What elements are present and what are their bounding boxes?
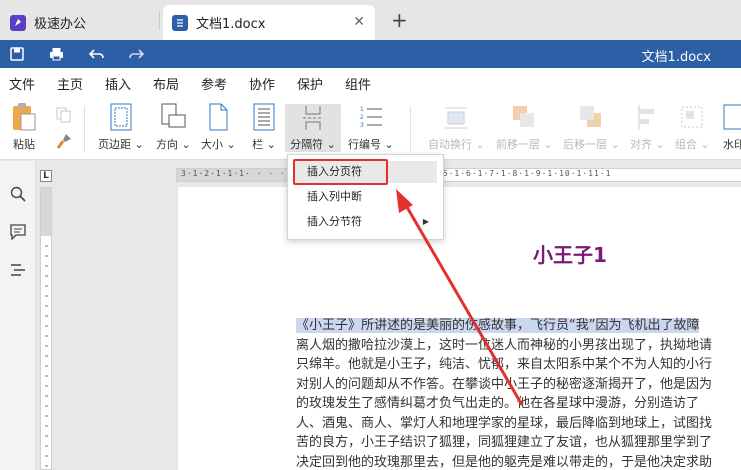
tab-document[interactable]: 文档1.docx ✕ bbox=[163, 5, 375, 40]
comment-icon[interactable] bbox=[9, 223, 27, 241]
copy-icon bbox=[50, 106, 78, 124]
size-button[interactable]: 大小 ⌄ bbox=[201, 102, 236, 152]
document-page[interactable]: 小王子1 《小王子》所讲述的是美丽的伤感故事，飞行员“我”因为飞机出了故障 离人… bbox=[178, 187, 741, 470]
clipboard-icon bbox=[10, 102, 38, 132]
menu-item-insert-section-break[interactable]: 插入分节符 ▶ bbox=[294, 211, 437, 233]
paragraph-line: 人、酒鬼、商人、掌灯人和地理学家的星球，最后降临到地球上，试图找 bbox=[296, 415, 713, 431]
paste-button[interactable]: 粘贴 bbox=[10, 102, 38, 152]
menu-item-insert-column-break[interactable]: 插入列中断 bbox=[294, 186, 437, 208]
paragraph-line: 的玫瑰发生了感情纠葛才负气出走的。他在各星球中漫游，分别造访了 bbox=[296, 396, 700, 411]
paragraph-line: 对别人的问题却从不作答。在攀谈中小王子的秘密逐渐揭开了，他是因为 bbox=[296, 376, 713, 392]
tab-app-label: 极速办公 bbox=[34, 17, 87, 32]
align-icon bbox=[633, 102, 661, 132]
menu-bar: 文件 主页 插入 布局 参考 协作 保护 组件 bbox=[0, 68, 741, 99]
ribbon-toolbar: 粘贴 页边距 ⌄ 方向 ⌄ 大小 ⌄ 栏 ⌄ 分隔符 ⌄ 1 2 3 行编号 ⌄… bbox=[0, 96, 741, 160]
tab-document-label: 文档1.docx bbox=[196, 17, 266, 32]
print-icon[interactable] bbox=[48, 46, 64, 62]
horizontal-ruler[interactable]: 3·1·2·1·1·1· · · · · · · · · · · · · · ·… bbox=[176, 168, 741, 182]
ribbon-divider bbox=[410, 106, 411, 152]
search-icon[interactable] bbox=[9, 185, 27, 203]
align-button[interactable]: 对齐 ⌄ bbox=[630, 102, 665, 152]
vertical-ruler[interactable] bbox=[40, 187, 52, 470]
menu-collaborate[interactable]: 协作 bbox=[249, 74, 275, 93]
bring-forward-icon bbox=[510, 102, 538, 132]
svg-text:3: 3 bbox=[360, 122, 364, 129]
paragraph-line: 苦的良方，小王子结识了狐狸，同狐狸建立了友谊，也从狐狸那里学到了 bbox=[296, 435, 713, 450]
copy-button[interactable] bbox=[50, 106, 78, 124]
columns-button[interactable]: 栏 ⌄ bbox=[250, 102, 278, 152]
document-paragraph: 《小王子》所讲述的是美丽的伤感故事，飞行员“我”因为飞机出了故障 离人烟的撒哈拉… bbox=[296, 316, 741, 470]
wrap-text-button[interactable]: 自动换行 ⌄ bbox=[428, 102, 485, 152]
menu-home[interactable]: 主页 bbox=[57, 74, 83, 93]
tab-stop-selector[interactable]: L bbox=[40, 170, 52, 182]
menu-components[interactable]: 组件 bbox=[345, 74, 371, 93]
orientation-button[interactable]: 方向 ⌄ bbox=[156, 102, 191, 152]
watermark-button[interactable]: 水印 bbox=[720, 102, 741, 152]
redo-icon[interactable] bbox=[128, 46, 144, 62]
highlight-box bbox=[293, 159, 388, 185]
orientation-icon bbox=[159, 102, 187, 132]
left-sidebar bbox=[0, 161, 36, 470]
menu-protect[interactable]: 保护 bbox=[297, 74, 323, 93]
columns-icon bbox=[250, 102, 278, 132]
document-icon bbox=[172, 14, 188, 31]
paragraph-line: 决定回到他的玫瑰那里去，但是他的躯壳是难以带走的，于是他决定求助 bbox=[296, 454, 713, 470]
watermark-icon bbox=[720, 102, 741, 132]
document-heading: 小王子1 bbox=[533, 243, 607, 267]
outline-icon[interactable] bbox=[9, 261, 27, 279]
send-backward-button[interactable]: 后移一层 ⌄ bbox=[563, 102, 620, 152]
menu-references[interactable]: 参考 bbox=[201, 74, 227, 93]
menu-file[interactable]: 文件 bbox=[9, 74, 35, 93]
undo-icon[interactable] bbox=[88, 46, 104, 62]
margins-button[interactable]: 页边距 ⌄ bbox=[98, 102, 144, 152]
save-icon[interactable] bbox=[9, 46, 25, 62]
paragraph-line: 《小王子》所讲述的是美丽的伤感故事，飞行员“我”因为飞机出了故障 bbox=[296, 318, 700, 333]
chevron-right-icon: ▶ bbox=[422, 217, 429, 226]
breaks-button[interactable]: 分隔符 ⌄ bbox=[285, 104, 341, 152]
group-button[interactable]: 组合 ⌄ bbox=[675, 102, 710, 152]
page-size-icon bbox=[204, 102, 232, 132]
tab-app-home[interactable]: 极速办公 bbox=[0, 5, 158, 40]
title-bar: 文档1.docx bbox=[0, 40, 741, 68]
ribbon-divider bbox=[84, 106, 85, 152]
bring-forward-button[interactable]: 前移一层 ⌄ bbox=[496, 102, 553, 152]
menu-layout[interactable]: 布局 bbox=[150, 74, 182, 99]
line-numbers-button[interactable]: 123 行编号 ⌄ bbox=[348, 102, 394, 152]
svg-text:1: 1 bbox=[360, 106, 364, 113]
rocket-icon bbox=[10, 14, 26, 31]
tab-divider bbox=[159, 12, 160, 30]
wrap-text-icon bbox=[442, 102, 470, 132]
close-icon[interactable]: ✕ bbox=[353, 14, 365, 30]
page-break-icon bbox=[299, 104, 327, 132]
send-backward-icon bbox=[577, 102, 605, 132]
line-numbers-icon: 123 bbox=[357, 102, 385, 132]
brush-icon bbox=[50, 132, 78, 150]
paragraph-line: 只绵羊。他就是小王子，纯洁、忧郁，来自太阳系中某个不为人知的小行 bbox=[296, 357, 713, 372]
margins-icon bbox=[107, 102, 135, 132]
svg-text:2: 2 bbox=[360, 114, 364, 121]
add-tab-icon[interactable]: + bbox=[391, 8, 408, 32]
tab-strip: 极速办公 文档1.docx ✕ + bbox=[0, 0, 741, 40]
paragraph-line: 离人烟的撒哈拉沙漠上，这时一位迷人而神秘的小男孩出现了，执拗地请 bbox=[296, 337, 713, 353]
menu-insert[interactable]: 插入 bbox=[105, 74, 131, 93]
group-icon bbox=[678, 102, 706, 132]
document-name: 文档1.docx bbox=[641, 50, 711, 65]
format-painter-button[interactable] bbox=[50, 132, 78, 150]
